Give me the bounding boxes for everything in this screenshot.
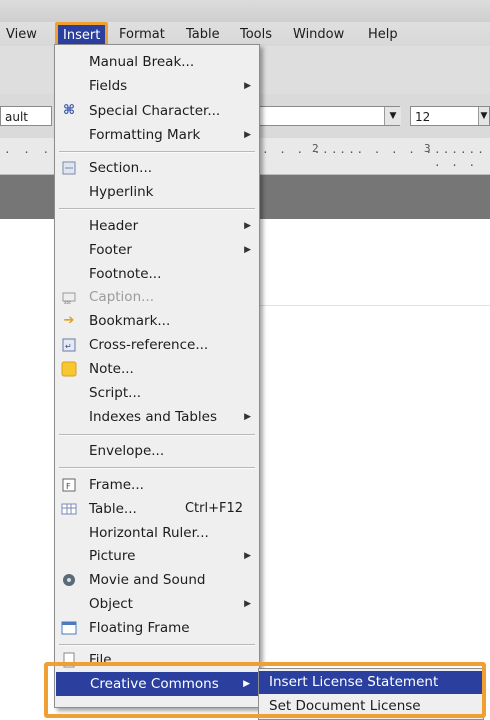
font-size-combo[interactable]: 12 ▼	[410, 106, 490, 126]
menu-item-footer[interactable]: Footer ▶	[55, 239, 259, 262]
bookmark-icon: ➔	[63, 313, 75, 328]
menu-view[interactable]: View	[6, 27, 37, 42]
menu-separator	[59, 644, 255, 646]
menu-separator	[59, 467, 255, 469]
paragraph-style-value: ault	[5, 110, 28, 124]
menu-item-note[interactable]: Note...	[55, 358, 259, 381]
menu-item-special-character[interactable]: ⌘ Special Character...	[55, 100, 259, 123]
menu-item-header[interactable]: Header ▶	[55, 215, 259, 238]
submenu-arrow-icon: ▶	[244, 245, 251, 255]
menu-item-script[interactable]: Script...	[55, 382, 259, 405]
menu-item-footnote[interactable]: Footnote...	[55, 263, 259, 286]
font-name-combo[interactable]: ▼	[258, 106, 401, 126]
menu-item-movie-and-sound[interactable]: Movie and Sound	[55, 569, 259, 592]
submenu-arrow-icon: ▶	[244, 412, 251, 422]
menu-item-horizontal-ruler[interactable]: Horizontal Ruler...	[55, 522, 259, 545]
svg-text:↵: ↵	[65, 342, 72, 351]
page-margin-line	[258, 305, 490, 306]
menu-item-shortcut: Ctrl+F12	[184, 501, 243, 516]
menu-item-label: Footnote...	[89, 266, 162, 282]
menu-window[interactable]: Window	[293, 27, 344, 42]
font-size-value: 12	[415, 110, 431, 124]
insert-menu: Manual Break... Fields ▶ ⌘ Special Chara…	[54, 44, 260, 708]
menu-tools[interactable]: Tools	[240, 27, 272, 42]
menu-item-manual-break[interactable]: Manual Break...	[55, 51, 259, 74]
menu-item-label: Bookmark...	[89, 313, 171, 329]
menu-item-label: Footer	[89, 242, 132, 258]
menu-item-picture[interactable]: Picture ▶	[55, 545, 259, 568]
menu-item-label: Fields	[89, 78, 128, 94]
menu-item-label: Header	[89, 218, 139, 234]
menu-item-hyperlink[interactable]: Hyperlink	[55, 181, 259, 204]
svg-text:F: F	[66, 482, 71, 491]
menu-item-label: Script...	[89, 385, 142, 401]
menu-item-table[interactable]: Table... Ctrl+F12	[55, 498, 259, 521]
submenu-arrow-icon: ▶	[244, 130, 251, 140]
menu-item-label: Section...	[89, 160, 153, 176]
movie-icon	[61, 572, 77, 588]
submenu-arrow-icon: ▶	[244, 221, 251, 231]
menu-item-frame[interactable]: F Frame...	[55, 474, 259, 497]
menu-separator	[59, 151, 255, 153]
menu-item-label: Indexes and Tables	[89, 409, 218, 425]
menu-item-label: Special Character...	[89, 103, 221, 119]
floating-frame-icon	[61, 620, 77, 636]
menu-item-label: Movie and Sound	[89, 572, 206, 588]
ruler-ticks: · · · · · ·	[434, 146, 478, 172]
menu-item-indexes-and-tables[interactable]: Indexes and Tables ▶	[55, 406, 259, 429]
menu-item-label: Horizontal Ruler...	[89, 525, 209, 541]
menu-separator	[59, 208, 255, 210]
menu-item-label: Cross-reference...	[89, 337, 209, 353]
submenu-arrow-icon: ▶	[244, 599, 251, 609]
menu-table[interactable]: Table	[186, 27, 220, 42]
chevron-down-icon[interactable]: ▼	[384, 107, 401, 125]
menu-item-cross-reference[interactable]: ↵ Cross-reference...	[55, 334, 259, 357]
menu-item-label: Manual Break...	[89, 54, 195, 70]
menu-item-label: Hyperlink	[89, 184, 154, 200]
chevron-down-icon[interactable]: ▼	[478, 107, 489, 125]
submenu-arrow-icon: ▶	[244, 551, 251, 561]
caption-icon: abc	[61, 289, 77, 305]
menu-item-formatting-mark[interactable]: Formatting Mark ▶	[55, 124, 259, 147]
menu-item-label: Formatting Mark	[89, 127, 201, 143]
menu-format[interactable]: Format	[119, 27, 165, 42]
title-strip	[0, 0, 490, 22]
ruler-mark-3: 3	[424, 142, 431, 155]
note-icon	[61, 361, 77, 377]
menu-item-label: Object	[89, 596, 133, 612]
menu-item-envelope[interactable]: Envelope...	[55, 440, 259, 463]
menu-item-label: Picture	[89, 548, 136, 564]
menu-item-fields[interactable]: Fields ▶	[55, 75, 259, 98]
menu-item-caption: abc Caption...	[55, 286, 259, 309]
ruler-mark-2: 2	[312, 142, 319, 155]
menu-item-label: Floating Frame	[89, 620, 190, 636]
special-character-icon: ⌘	[62, 103, 76, 118]
menu-item-label: Note...	[89, 361, 134, 377]
table-icon	[61, 501, 77, 517]
menu-item-object[interactable]: Object ▶	[55, 593, 259, 616]
frame-icon: F	[61, 477, 77, 493]
submenu-arrow-icon: ▶	[244, 81, 251, 91]
annotation-highlight-box	[44, 662, 486, 718]
menu-bar: View Insert Format Table Tools Window He…	[0, 0, 490, 50]
svg-text:abc: abc	[64, 300, 71, 305]
menu-item-label: Frame...	[89, 477, 144, 493]
menu-item-section[interactable]: Section...	[55, 157, 259, 180]
menu-item-label: Envelope...	[89, 443, 165, 459]
menu-item-floating-frame[interactable]: Floating Frame	[55, 617, 259, 640]
menu-item-bookmark[interactable]: ➔ Bookmark...	[55, 310, 259, 333]
menu-item-label: Caption...	[89, 289, 155, 305]
section-icon	[61, 160, 77, 176]
ruler-ticks: · · ·	[4, 146, 53, 159]
menu-help[interactable]: Help	[368, 27, 398, 42]
menu-separator	[59, 434, 255, 436]
cross-reference-icon: ↵	[61, 337, 77, 353]
menu-item-label: Table...	[89, 501, 137, 517]
paragraph-style-combo[interactable]: ault	[0, 106, 52, 126]
